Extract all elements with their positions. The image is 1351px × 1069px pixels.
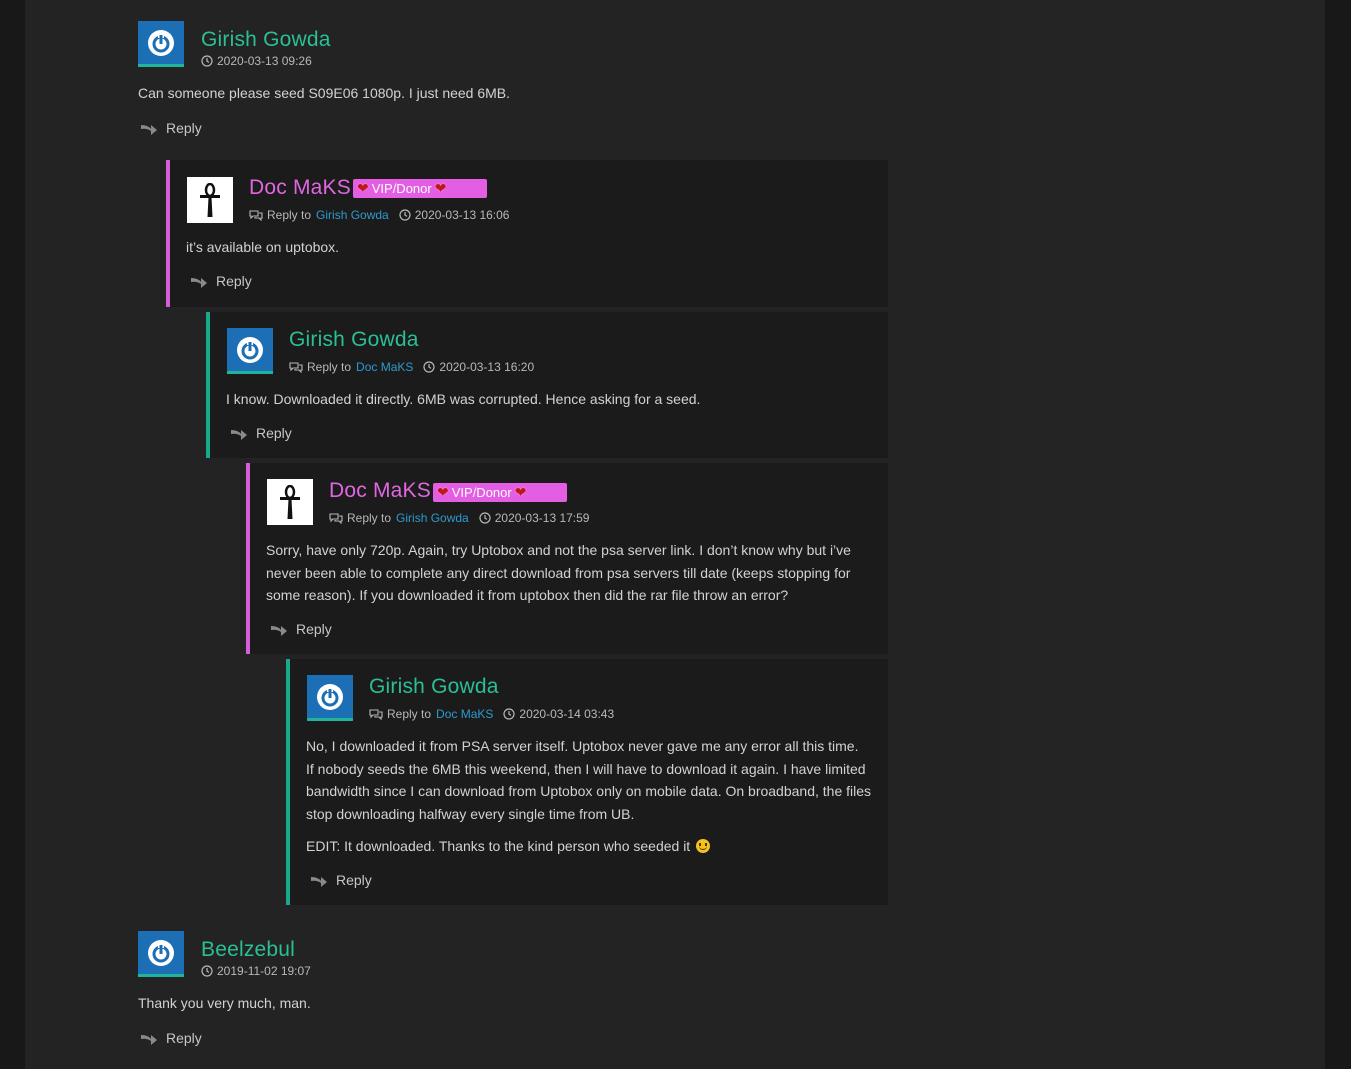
comment-text: Can someone please seed S09E06 1080p. I … bbox=[138, 85, 511, 101]
reply-label: Reply bbox=[166, 1030, 202, 1046]
reply-label: Reply bbox=[296, 621, 332, 637]
avatar[interactable] bbox=[227, 328, 273, 374]
ankh-icon bbox=[280, 485, 300, 519]
clock-icon bbox=[423, 361, 435, 373]
comment-body: I know. Downloaded it directly. 6MB was … bbox=[226, 388, 876, 411]
power-icon bbox=[237, 337, 263, 363]
comment-item: Doc MaKS ❤ VIP/Donor ❤ Reply to Girish G… bbox=[246, 463, 888, 654]
reply-to-label: Reply to bbox=[387, 707, 432, 721]
comment-time: 2020-03-14 03:43 bbox=[519, 707, 615, 721]
comment-time: 2020-03-13 16:06 bbox=[414, 208, 510, 222]
reply-button[interactable]: Reply bbox=[270, 621, 332, 637]
comment-meta: Reply to Girish Gowda 2020-03-13 17:59 bbox=[329, 511, 589, 525]
comment-item: Doc MaKS ❤ VIP/Donor ❤ Reply to Girish G… bbox=[166, 160, 888, 307]
comment-body: Can someone please seed S09E06 1080p. I … bbox=[138, 82, 878, 105]
comment-text: EDIT: It downloaded. Thanks to the kind … bbox=[306, 838, 691, 854]
clock-icon bbox=[201, 55, 213, 67]
reply-to-label: Reply to bbox=[307, 360, 352, 374]
reply-to-link[interactable]: Girish Gowda bbox=[316, 208, 389, 222]
reply-arrow-icon bbox=[231, 430, 247, 440]
reply-label: Reply bbox=[216, 273, 252, 289]
comments-icon bbox=[249, 210, 263, 221]
avatar[interactable] bbox=[267, 479, 313, 525]
comment-author[interactable]: Girish Gowda bbox=[369, 675, 499, 699]
reply-to-link[interactable]: Girish Gowda bbox=[396, 511, 469, 525]
comment-author[interactable]: Girish Gowda bbox=[289, 328, 419, 352]
comments-icon bbox=[289, 362, 303, 373]
badge-label: VIP/Donor bbox=[371, 181, 432, 196]
heart-icon: ❤ bbox=[357, 180, 369, 196]
comment-meta: Reply to Doc MaKS 2020-03-14 03:43 bbox=[369, 707, 614, 721]
avatar[interactable] bbox=[138, 21, 184, 67]
reply-to-link[interactable]: Doc MaKS bbox=[356, 360, 413, 374]
comment-meta: 2020-03-13 09:26 bbox=[201, 54, 312, 68]
comments-icon bbox=[369, 709, 383, 720]
power-icon bbox=[317, 684, 343, 710]
reply-button[interactable]: Reply bbox=[140, 1030, 202, 1046]
reply-button[interactable]: Reply bbox=[230, 425, 292, 441]
sidebar-column bbox=[1001, 0, 1325, 1069]
comment-author[interactable]: Beelzebul bbox=[201, 938, 295, 962]
comment-item: Girish Gowda 2020-03-13 09:26 Can someon… bbox=[138, 20, 898, 145]
comment-body: Sorry, have only 720p. Again, try Uptobo… bbox=[266, 539, 871, 607]
heart-icon: ❤ bbox=[514, 484, 527, 500]
clock-icon bbox=[201, 965, 213, 977]
reply-to-link[interactable]: Doc MaKS bbox=[436, 707, 493, 721]
comment-time: 2020-03-13 17:59 bbox=[494, 511, 590, 525]
comment-meta: Reply to Girish Gowda 2020-03-13 16:06 bbox=[249, 208, 509, 222]
comment-body: it’s available on uptobox. bbox=[186, 236, 876, 259]
reply-button[interactable]: Reply bbox=[310, 872, 372, 888]
reply-label: Reply bbox=[256, 425, 292, 441]
avatar[interactable] bbox=[307, 675, 353, 721]
clock-icon bbox=[399, 209, 411, 221]
comment-text: I know. Downloaded it directly. 6MB was … bbox=[226, 391, 701, 407]
avatar[interactable] bbox=[187, 177, 233, 223]
page-edge bbox=[1325, 0, 1351, 1069]
comment-meta: Reply to Doc MaKS 2020-03-13 16:20 bbox=[289, 360, 534, 374]
vip-donor-badge: ❤ VIP/Donor ❤ bbox=[433, 483, 567, 502]
power-icon bbox=[148, 940, 174, 966]
power-icon bbox=[148, 30, 174, 56]
comment-item: Girish Gowda Reply to Doc MaKS 2020-03-1… bbox=[286, 659, 888, 905]
comment-item: Beelzebul 2019-11-02 19:07 Thank you ver… bbox=[138, 930, 898, 1055]
reply-arrow-icon bbox=[141, 1035, 157, 1045]
reply-to-label: Reply to bbox=[347, 511, 392, 525]
comment-meta: 2019-11-02 19:07 bbox=[201, 964, 311, 978]
reply-button[interactable]: Reply bbox=[140, 120, 202, 136]
comment-text: it’s available on uptobox. bbox=[186, 239, 340, 255]
comments-icon bbox=[329, 513, 343, 524]
comment-text: If nobody seeds the 6MB this weekend, th… bbox=[306, 760, 872, 822]
comment-time: 2019-11-02 19:07 bbox=[217, 964, 311, 978]
reply-button[interactable]: Reply bbox=[190, 273, 252, 289]
comment-time: 2020-03-13 09:26 bbox=[217, 54, 312, 68]
reply-arrow-icon bbox=[271, 626, 287, 636]
reply-arrow-icon bbox=[141, 125, 157, 135]
comment-item: Girish Gowda Reply to Doc MaKS 2020-03-1… bbox=[206, 312, 888, 458]
smiley-icon bbox=[696, 839, 711, 853]
comment-body: Thank you very much, man. bbox=[138, 992, 878, 1015]
vip-donor-badge: ❤ VIP/Donor ❤ bbox=[353, 179, 487, 198]
comment-text: Sorry, have only 720p. Again, try Uptobo… bbox=[266, 542, 851, 603]
comment-author[interactable]: Girish Gowda bbox=[201, 28, 331, 52]
heart-icon: ❤ bbox=[437, 484, 449, 500]
comment-text-edit: EDIT: It downloaded. Thanks to the kind … bbox=[306, 835, 881, 858]
reply-arrow-icon bbox=[311, 877, 327, 887]
clock-icon bbox=[503, 708, 515, 720]
heart-icon: ❤ bbox=[434, 180, 447, 196]
ankh-icon bbox=[200, 183, 220, 217]
comment-text: Thank you very much, man. bbox=[138, 995, 311, 1011]
reply-arrow-icon bbox=[191, 278, 207, 288]
comment-author[interactable]: Doc MaKS bbox=[249, 176, 351, 200]
clock-icon bbox=[479, 512, 491, 524]
avatar[interactable] bbox=[138, 931, 184, 977]
comment-time: 2020-03-13 16:20 bbox=[439, 360, 535, 374]
reply-label: Reply bbox=[336, 872, 372, 888]
comment-body: No, I downloaded it from PSA server itse… bbox=[306, 735, 881, 858]
reply-to-label: Reply to bbox=[267, 208, 312, 222]
comment-text: No, I downloaded it from PSA server itse… bbox=[306, 738, 859, 754]
reply-label: Reply bbox=[166, 120, 202, 136]
comment-author[interactable]: Doc MaKS bbox=[329, 479, 431, 503]
badge-label: VIP/Donor bbox=[451, 485, 512, 500]
